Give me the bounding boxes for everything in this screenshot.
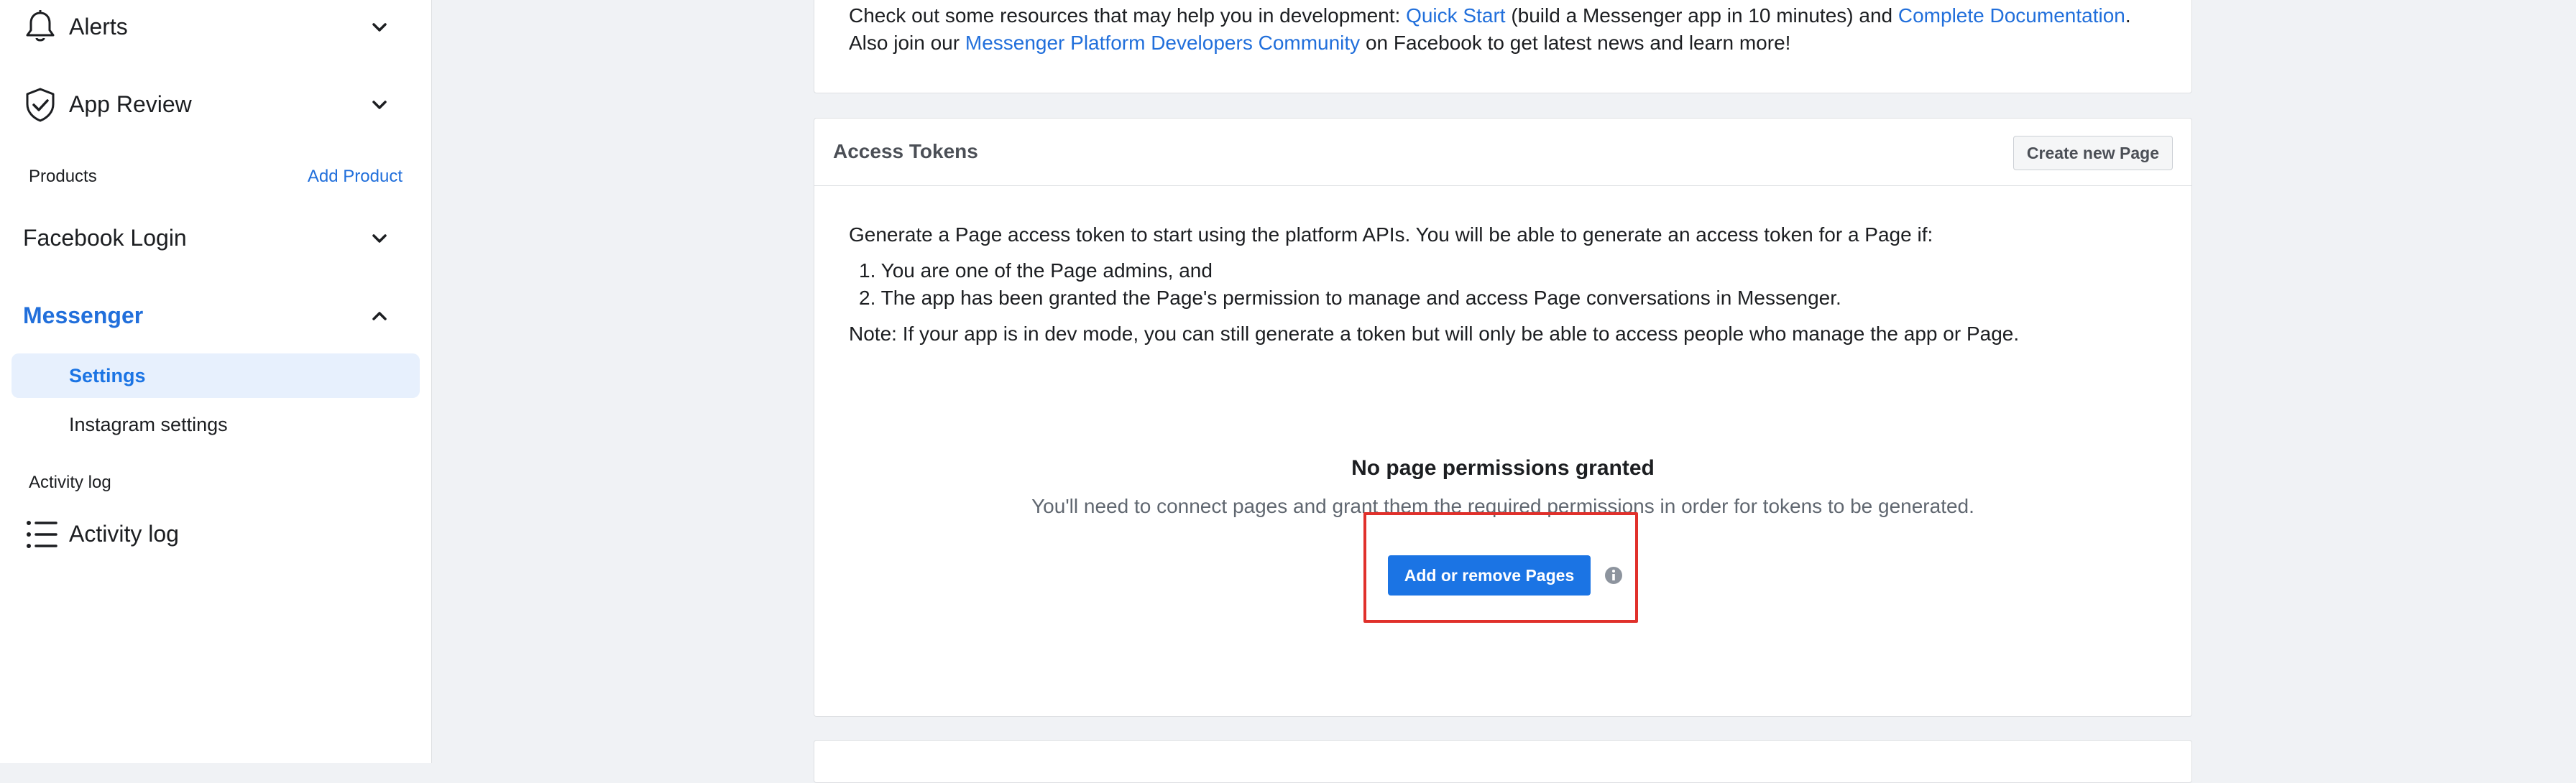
sidebar-item-messenger-label: Messenger <box>23 302 144 328</box>
list-icon <box>27 521 58 548</box>
sidebar-item-activity-log-label: Activity log <box>69 521 179 547</box>
quick-start-link[interactable]: Quick Start <box>1406 4 1505 27</box>
access-tokens-title: Access Tokens <box>833 140 978 162</box>
sidebar-subitem-settings-label: Settings <box>69 365 146 386</box>
sidebar-item-facebook-login-label: Facebook Login <box>23 225 187 251</box>
shield-check-icon <box>26 88 55 122</box>
sidebar-item-activity-log[interactable]: Activity log <box>0 514 431 555</box>
empty-state-title: No page permissions granted <box>1351 456 1655 480</box>
add-product-link[interactable]: Add Product <box>308 167 402 187</box>
resources-text-middle: (build a Messenger app in 10 minutes) an… <box>1505 4 1898 27</box>
access-tokens-note: Note: If your app is in dev mode, you ca… <box>849 323 2020 345</box>
sidebar-subitem-settings[interactable]: Settings <box>12 353 420 398</box>
sidebar-item-alerts[interactable]: Alerts <box>0 7 431 47</box>
sidebar-item-messenger[interactable]: Messenger <box>0 296 431 336</box>
sidebar-subitem-instagram-settings[interactable]: Instagram settings <box>12 402 420 447</box>
sidebar-item-facebook-login[interactable]: Facebook Login <box>0 218 431 259</box>
resources-text-start: Check out some resources that may help y… <box>849 4 1407 27</box>
resources-panel: Check out some resources that may help y… <box>814 0 2192 93</box>
resources-text-end: on Facebook to get latest news and learn… <box>1360 32 1791 54</box>
chevron-down-icon[interactable] <box>367 14 392 40</box>
products-section-label: Products <box>29 167 97 186</box>
next-panel <box>814 740 2192 783</box>
access-tokens-intro: Generate a Page access token to start us… <box>849 223 1933 246</box>
developers-community-link[interactable]: Messenger Platform Developers Community <box>965 32 1360 54</box>
access-tokens-condition-1: 1. You are one of the Page admins, and <box>859 259 1213 282</box>
chevron-down-icon[interactable] <box>367 226 392 251</box>
create-new-page-button[interactable]: Create new Page <box>2012 136 2173 170</box>
sidebar-item-alerts-label: Alerts <box>69 14 128 40</box>
complete-documentation-link[interactable]: Complete Documentation <box>1898 4 2125 27</box>
sidebar-item-app-review[interactable]: App Review <box>0 85 431 125</box>
bell-icon <box>26 10 55 42</box>
chevron-down-icon[interactable] <box>367 92 392 118</box>
sidebar-item-app-review-label: App Review <box>69 91 192 117</box>
access-tokens-panel: Access Tokens Create new Page Generate a… <box>814 118 2192 717</box>
access-tokens-condition-2: 2. The app has been granted the Page's p… <box>859 287 1841 309</box>
resources-text: Check out some resources that may help y… <box>849 2 2143 57</box>
sidebar-subitem-instagram-settings-label: Instagram settings <box>69 414 228 435</box>
highlight-box <box>1363 512 1638 623</box>
chevron-up-icon[interactable] <box>367 303 392 329</box>
access-tokens-header: Access Tokens Create new Page <box>814 119 2191 186</box>
activity-section-label: Activity log <box>29 473 111 492</box>
sidebar: Alerts App Review Products Add Product F… <box>0 0 432 763</box>
